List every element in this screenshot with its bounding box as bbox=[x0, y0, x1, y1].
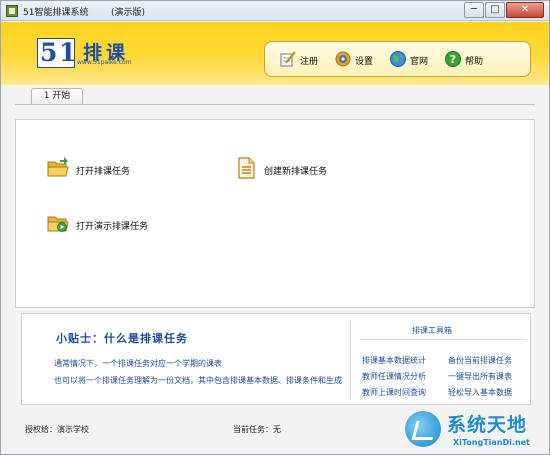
website-globe-icon bbox=[390, 51, 406, 67]
open-demo-task-button[interactable]: 打开演示排课任务 bbox=[46, 211, 186, 237]
register-pen-icon bbox=[280, 51, 296, 67]
tool-link-import-data[interactable]: 轻松导入基本数据 bbox=[448, 387, 512, 398]
tips-panel: 小贴士：什么是排课任务 通常情况下，一个排课任务对应一个学期的课表 也可以将一个… bbox=[21, 313, 531, 405]
status-current-task: 当前任务：无 bbox=[233, 425, 281, 434]
window-edition: (演示版) bbox=[111, 8, 146, 18]
logo-box: 5 1 bbox=[37, 38, 77, 68]
help-button[interactable]: ? 帮助 bbox=[444, 49, 500, 71]
new-document-icon bbox=[238, 157, 255, 179]
logo-digit-one: 1 bbox=[59, 38, 77, 67]
top-toolbar: 注册 设置 官网 ? 帮助 bbox=[264, 41, 531, 77]
website-label: 官网 bbox=[410, 57, 429, 67]
tips-line-1: 通常情况下，一个排课任务对应一个学期的课表 bbox=[54, 359, 222, 368]
tips-separator bbox=[350, 320, 351, 400]
watermark-cn: 系统天地 bbox=[447, 414, 528, 436]
tab-start[interactable]: 1 开始 bbox=[31, 88, 83, 105]
toolbox-rule bbox=[360, 339, 526, 340]
help-question-icon: ? bbox=[445, 51, 461, 67]
tool-link-export-all[interactable]: 一键导出所有课表 bbox=[448, 371, 512, 382]
open-folder-icon bbox=[47, 157, 69, 177]
minimize-button[interactable]: ─ bbox=[464, 2, 484, 18]
watermark-logo-icon bbox=[405, 411, 441, 447]
app-icon bbox=[6, 5, 18, 17]
title-bar: 51智能排课系统 (演示版) ─ □ ✕ bbox=[1, 1, 549, 21]
settings-button[interactable]: 设置 bbox=[334, 49, 390, 71]
logo-url: www.51paike.com bbox=[77, 59, 132, 66]
create-task-button[interactable]: 创建新排课任务 bbox=[234, 156, 364, 182]
window-title: 51智能排课系统 bbox=[23, 8, 89, 18]
logo-digit-five: 5 bbox=[40, 38, 58, 67]
toolbox-heading: 排课工具箱 bbox=[412, 326, 452, 335]
tips-title: 小贴士：什么是排课任务 bbox=[56, 332, 188, 345]
settings-label: 设置 bbox=[355, 57, 374, 67]
app-window: 51智能排课系统 (演示版) ─ □ ✕ 5 1 排课 www.51paike.… bbox=[0, 0, 550, 455]
website-button[interactable]: 官网 bbox=[389, 49, 445, 71]
open-task-button[interactable]: 打开排课任务 bbox=[46, 156, 166, 182]
tool-link-data-stats[interactable]: 排课基本数据统计 bbox=[362, 355, 426, 366]
tool-link-backup-task[interactable]: 备份当前排课任务 bbox=[448, 355, 512, 366]
tips-line-2: 也可以将一个排课任务理解为一份文档，其中包含排课基本数据、排课条件和生成 bbox=[54, 376, 342, 385]
open-task-label: 打开排课任务 bbox=[76, 167, 131, 177]
create-task-label: 创建新排课任务 bbox=[264, 167, 328, 177]
register-label: 注册 bbox=[300, 57, 319, 67]
open-demo-task-label: 打开演示排课任务 bbox=[76, 222, 149, 232]
close-button[interactable]: ✕ bbox=[506, 2, 544, 18]
demo-folder-icon bbox=[47, 216, 69, 232]
task-panel: 打开排课任务 创建新排课任务 打开演示排课任务 bbox=[15, 119, 535, 308]
status-authorized: 授权给：演示学校 bbox=[25, 425, 89, 434]
tool-link-teacher-analysis[interactable]: 教师任课情况分析 bbox=[362, 371, 426, 382]
svg-text:?: ? bbox=[450, 53, 456, 66]
settings-gear-icon bbox=[335, 51, 351, 67]
watermark-en: XiTongTianDi.net bbox=[453, 438, 530, 447]
tool-link-teacher-time[interactable]: 教师上课时间查询 bbox=[362, 387, 426, 398]
register-button[interactable]: 注册 bbox=[279, 49, 335, 71]
help-label: 帮助 bbox=[465, 57, 484, 67]
maximize-button[interactable]: □ bbox=[485, 2, 505, 18]
watermark: 系统天地 XiTongTianDi.net bbox=[403, 408, 549, 454]
tab-divider bbox=[15, 104, 535, 105]
